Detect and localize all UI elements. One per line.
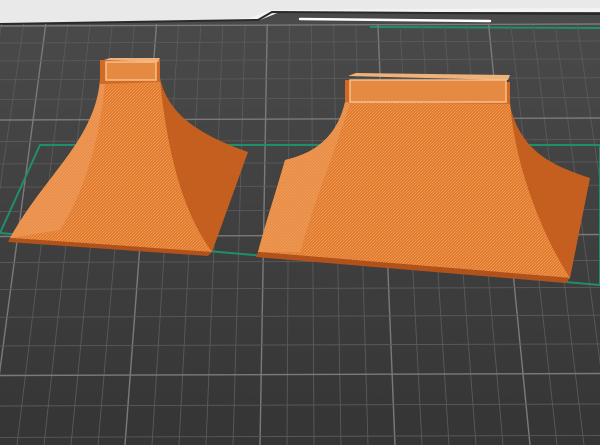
small-funnel-spout-opening <box>105 61 157 81</box>
build-plate-scene[interactable] <box>0 0 600 445</box>
plate-back-selection-line <box>369 26 600 29</box>
3d-viewport[interactable] <box>0 0 600 445</box>
large-funnel-opening <box>349 79 507 103</box>
